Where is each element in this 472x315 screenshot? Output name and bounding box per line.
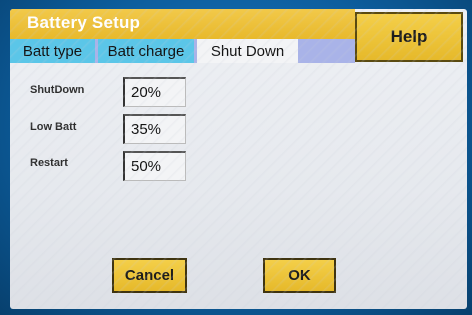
restart-label: Restart (30, 157, 68, 169)
title-bar: Battery Setup (10, 9, 355, 39)
screen: Battery Setup Help Batt type Batt charge… (10, 9, 467, 309)
help-button[interactable]: Help (355, 12, 463, 62)
restart-field[interactable]: 50% (123, 151, 186, 181)
tab-strip: Batt type Batt charge Shut Down (10, 39, 355, 63)
tab-batt-charge[interactable]: Batt charge (98, 39, 194, 63)
shutdown-field[interactable]: 20% (123, 77, 186, 107)
tab-batt-type[interactable]: Batt type (10, 39, 95, 63)
device-bezel: Battery Setup Help Batt type Batt charge… (0, 0, 472, 315)
low-batt-field[interactable]: 35% (123, 114, 186, 144)
low-batt-label: Low Batt (30, 121, 77, 133)
window-title: Battery Setup (27, 13, 141, 32)
cancel-button[interactable]: Cancel (112, 258, 187, 293)
shutdown-label: ShutDown (30, 84, 85, 96)
ok-button[interactable]: OK (263, 258, 336, 293)
tab-shut-down[interactable]: Shut Down (197, 39, 298, 63)
